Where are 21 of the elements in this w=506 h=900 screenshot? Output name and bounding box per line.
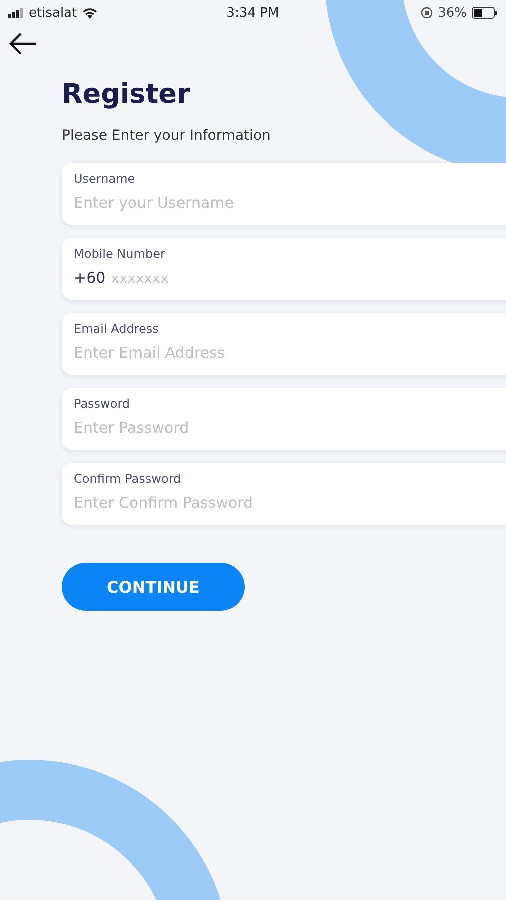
page-title: Register xyxy=(62,78,192,112)
field-label: Mobile Number xyxy=(74,246,166,262)
carrier-name: etisalat xyxy=(29,6,78,20)
field-label: Email Address xyxy=(74,321,160,337)
battery-percent: 36% xyxy=(438,6,467,20)
input-field[interactable]: Enter Password xyxy=(74,418,374,438)
battery-icon xyxy=(472,7,498,19)
input-field[interactable]: xxxxxxx xyxy=(112,268,412,288)
signal-icon xyxy=(8,8,24,18)
rotation-lock-icon xyxy=(421,7,434,19)
page-subtitle: Please Enter your Information xyxy=(62,127,272,145)
input-field[interactable]: Enter your Username xyxy=(74,193,374,213)
input-field[interactable]: Enter Confirm Password xyxy=(74,493,374,513)
field-label: Password xyxy=(74,396,132,412)
country-code: +60 xyxy=(74,269,106,287)
input-field[interactable]: Enter Email Address xyxy=(74,343,374,363)
wifi-icon xyxy=(82,7,98,19)
continue-button[interactable]: CONTINUE xyxy=(62,563,245,611)
field-label: Username xyxy=(74,171,136,187)
clock-time: 3:34 PM xyxy=(226,6,280,20)
field-label: Confirm Password xyxy=(74,471,182,487)
